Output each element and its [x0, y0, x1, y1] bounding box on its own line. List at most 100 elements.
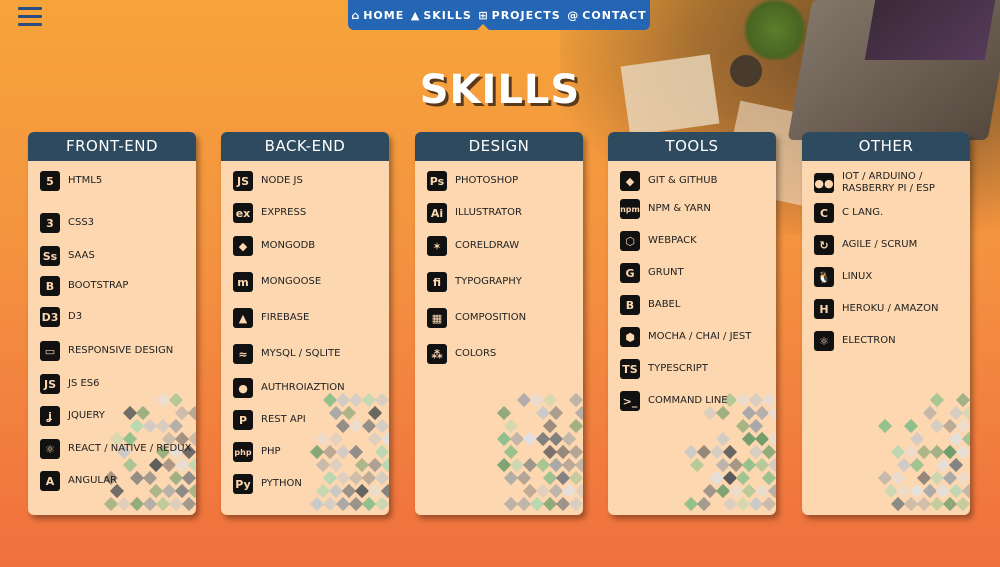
- laptop-screen-image: [864, 0, 996, 60]
- skill-item: >_ COMMAND LINE: [620, 391, 776, 411]
- graduation-cap-icon: ▲: [410, 8, 421, 22]
- skill-label: D3: [68, 311, 83, 322]
- skill-card-tools: TOOLS ◆ GIT & GITHUB npm NPM & YARN ⬡ WEBPACK G…: [608, 132, 776, 515]
- skill-item: TS TYPESCRIPT: [620, 359, 776, 379]
- skill-item: ⬢ MOCHA / CHAI / JEST: [620, 327, 776, 347]
- git-icon: ◆: [620, 171, 640, 191]
- skill-item: Ai ILLUSTRATOR: [427, 203, 583, 223]
- jquery-icon: ʝ: [40, 406, 60, 426]
- skill-label: TYPOGRAPHY: [455, 276, 522, 287]
- colors-icon: ⁂: [427, 344, 447, 364]
- babel-icon: B: [620, 295, 640, 315]
- php-icon: php: [233, 442, 253, 462]
- skill-label: COLORS: [455, 348, 497, 359]
- command-line-icon: >_: [620, 391, 640, 411]
- menu-icon[interactable]: [18, 7, 42, 27]
- sass-icon: Ss: [40, 246, 60, 266]
- skill-card-back-end: BACK-END JS NODE JS ex EXPRESS ◆ MONGODB m MONGO…: [221, 132, 389, 515]
- webpack-icon: ⬡: [620, 231, 640, 251]
- agile-icon: ↻: [814, 235, 834, 255]
- skill-item: ●● IOT / ARDUINO / RASBERRY PI / ESP: [814, 171, 970, 195]
- nav-skills[interactable]: ▲ SKILLS: [411, 9, 472, 22]
- skill-item: 3 CSS3: [40, 213, 196, 233]
- skill-label: REST API: [261, 414, 306, 425]
- skill-item: ▲ FIREBASE: [233, 308, 389, 328]
- skill-label: ELECTRON: [842, 335, 896, 346]
- card-title: DESIGN: [415, 132, 583, 161]
- card-title: TOOLS: [608, 132, 776, 161]
- skill-item: B BABEL: [620, 295, 776, 315]
- skill-label: EXPRESS: [261, 207, 307, 218]
- mongoose-icon: m: [233, 272, 253, 292]
- express-icon: ex: [233, 203, 253, 223]
- skill-label: IOT / ARDUINO / RASBERRY PI / ESP: [842, 171, 935, 194]
- skill-item: m MONGOOSE: [233, 272, 389, 292]
- mocha-icon: ⬢: [620, 327, 640, 347]
- angular-icon: A: [40, 471, 60, 491]
- skill-item: ▦ COMPOSITION: [427, 308, 583, 328]
- nav-contact[interactable]: @ CONTACT: [567, 9, 646, 22]
- skill-item: ⁂ COLORS: [427, 344, 583, 364]
- skill-label: PHOTOSHOP: [455, 175, 519, 186]
- skill-item: ✶ CORELDRAW: [427, 236, 583, 256]
- skill-item: ⚛ REACT / NATIVE / REDUX: [40, 439, 196, 459]
- skill-card-other: OTHER ●● IOT / ARDUINO / RASBERRY PI / ESP…: [802, 132, 970, 515]
- skill-label: WEBPACK: [648, 235, 697, 246]
- mysql-icon: ≈: [233, 344, 253, 364]
- nav-projects[interactable]: ⊞ PROJECTS: [478, 9, 560, 22]
- skill-item: P REST API: [233, 410, 389, 430]
- skill-item: npm NPM & YARN: [620, 199, 776, 219]
- iot-icon: ●●: [814, 173, 834, 193]
- nav-home[interactable]: ⌂ HOME: [351, 9, 404, 22]
- skill-item: Py PYTHON: [233, 474, 389, 494]
- skill-label: BABEL: [648, 299, 681, 310]
- electron-icon: ⚛: [814, 331, 834, 351]
- skill-item: 5 HTML5: [40, 171, 196, 191]
- skill-item: ▭ RESPONSIVE DESIGN: [40, 341, 196, 361]
- card-list: ◆ GIT & GITHUB npm NPM & YARN ⬡ WEBPACK G GRUNT…: [608, 161, 776, 411]
- skill-item: ʝ JQUERY: [40, 406, 196, 426]
- skill-item: ≈ MYSQL / SQLITE: [233, 344, 389, 364]
- mosaic-decoration: [683, 392, 776, 515]
- mosaic-decoration: [493, 392, 583, 515]
- page-title: SKILLS: [419, 66, 581, 113]
- responsive-design-icon: ▭: [40, 341, 60, 361]
- skill-item: D3 D3: [40, 307, 196, 327]
- sitemap-icon: ⊞: [478, 8, 489, 22]
- coreldraw-icon: ✶: [427, 236, 447, 256]
- skill-label: C LANG.: [842, 207, 884, 218]
- skill-label: PHP: [261, 446, 281, 457]
- at-icon: @: [567, 8, 580, 22]
- nav-home-label: HOME: [363, 8, 405, 22]
- skill-item: ⬡ WEBPACK: [620, 231, 776, 251]
- rest-api-icon: P: [233, 410, 253, 430]
- linux-icon: 🐧: [814, 267, 834, 287]
- skill-label: REACT / NATIVE / REDUX: [68, 443, 192, 454]
- skill-label: ILLUSTRATOR: [455, 207, 522, 218]
- mongodb-icon: ◆: [233, 236, 253, 256]
- skill-label: MOCHA / CHAI / JEST: [648, 331, 752, 342]
- skill-label: MYSQL / SQLITE: [261, 348, 341, 359]
- skill-label: GRUNT: [648, 267, 684, 278]
- skill-item: ↻ AGILE / SCRUM: [814, 235, 970, 255]
- typography-icon: fi: [427, 272, 447, 292]
- nodejs-icon: JS: [233, 171, 253, 191]
- card-list: Ps PHOTOSHOP Ai ILLUSTRATOR ✶ CORELDRAW fi TYPO…: [415, 161, 583, 364]
- skill-label: GIT & GITHUB: [648, 175, 718, 186]
- photoshop-icon: Ps: [427, 171, 447, 191]
- skill-item: JS JS ES6: [40, 374, 196, 394]
- skill-item: ◆ MONGODB: [233, 236, 389, 256]
- react-icon: ⚛: [40, 439, 60, 459]
- npm-icon: npm: [620, 199, 640, 219]
- authorization-icon: ●: [233, 378, 253, 398]
- active-indicator: [475, 24, 491, 32]
- skill-label: NODE JS: [261, 175, 303, 186]
- skill-item: A ANGULAR: [40, 471, 196, 491]
- firebase-icon: ▲: [233, 308, 253, 328]
- skill-item: ◆ GIT & GITHUB: [620, 171, 776, 191]
- skill-label: HEROKU / AMAZON: [842, 303, 939, 314]
- card-list: ●● IOT / ARDUINO / RASBERRY PI / ESP C C LA…: [802, 161, 970, 351]
- skill-label: HTML5: [68, 175, 103, 186]
- skill-label: SAAS: [68, 250, 95, 261]
- composition-icon: ▦: [427, 308, 447, 328]
